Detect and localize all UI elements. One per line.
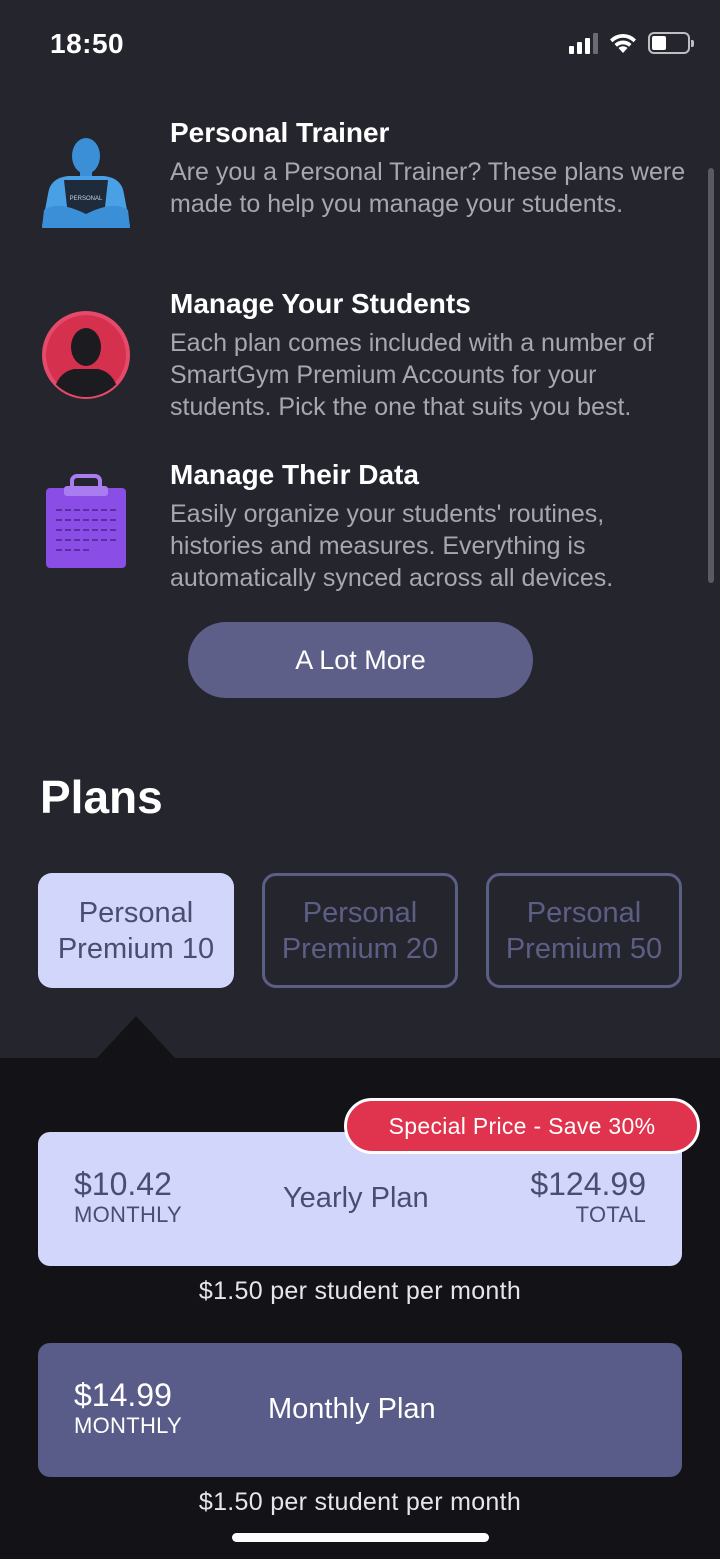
home-indicator[interactable]: [232, 1533, 489, 1542]
feature-text: Manage Their Data Easily organize your s…: [170, 458, 700, 594]
status-time: 18:50: [50, 28, 125, 59]
feature-title: Manage Their Data: [170, 459, 419, 490]
special-price-badge: Special Price - Save 30%: [344, 1098, 700, 1154]
plan-name: Yearly Plan: [283, 1182, 429, 1214]
price-amount: $10.42: [74, 1166, 172, 1202]
trainer-icon: PERSONAL: [42, 138, 130, 228]
shirt-text: PERSONAL: [70, 196, 103, 202]
yearly-total-price: $124.99 TOTAL: [530, 1166, 646, 1228]
feature-description: Easily organize your students' routines,…: [170, 500, 614, 592]
price-period: TOTAL: [575, 1202, 646, 1227]
price-period: MONTHLY: [74, 1202, 183, 1227]
status-icons: [569, 32, 694, 54]
plans-title: Plans: [40, 771, 163, 823]
price-amount: $124.99: [530, 1166, 646, 1202]
wifi-icon: [610, 33, 636, 53]
plan-name: Monthly Plan: [268, 1393, 436, 1425]
price-amount: $14.99: [74, 1377, 172, 1413]
price-period: MONTHLY: [74, 1413, 183, 1438]
feature-title: Personal Trainer: [170, 117, 390, 148]
clipboard-icon: [46, 474, 126, 568]
monthly-per-student: $1.50 per student per month: [198, 1488, 522, 1516]
feature-title: Manage Your Students: [170, 288, 471, 319]
feature-text: Personal Trainer Are you a Personal Trai…: [170, 116, 700, 220]
plan-tab-premium-10[interactable]: Personal Premium 10: [38, 873, 234, 988]
feature-description: Each plan comes included with a number o…: [170, 329, 654, 421]
feature-text: Manage Your Students Each plan comes inc…: [170, 287, 700, 423]
feature-description: Are you a Personal Trainer? These plans …: [170, 158, 686, 218]
battery-icon: [648, 32, 694, 54]
yearly-per-student: $1.50 per student per month: [198, 1277, 522, 1305]
yearly-monthly-price: $10.42 MONTHLY: [74, 1166, 182, 1228]
cellular-signal-icon: [569, 32, 598, 54]
a-lot-more-button[interactable]: A Lot More: [188, 622, 533, 698]
status-bar: 18:50: [0, 0, 720, 90]
plan-tab-premium-50[interactable]: Personal Premium 50: [486, 873, 682, 988]
plan-tab-premium-20[interactable]: Personal Premium 20: [262, 873, 458, 988]
monthly-plan-card[interactable]: $14.99 MONTHLY Monthly Plan: [38, 1343, 682, 1477]
selected-tab-pointer: [96, 1016, 176, 1059]
student-avatar-icon: [42, 311, 130, 399]
monthly-price: $14.99 MONTHLY: [74, 1377, 182, 1439]
scrollbar[interactable]: [708, 168, 714, 583]
